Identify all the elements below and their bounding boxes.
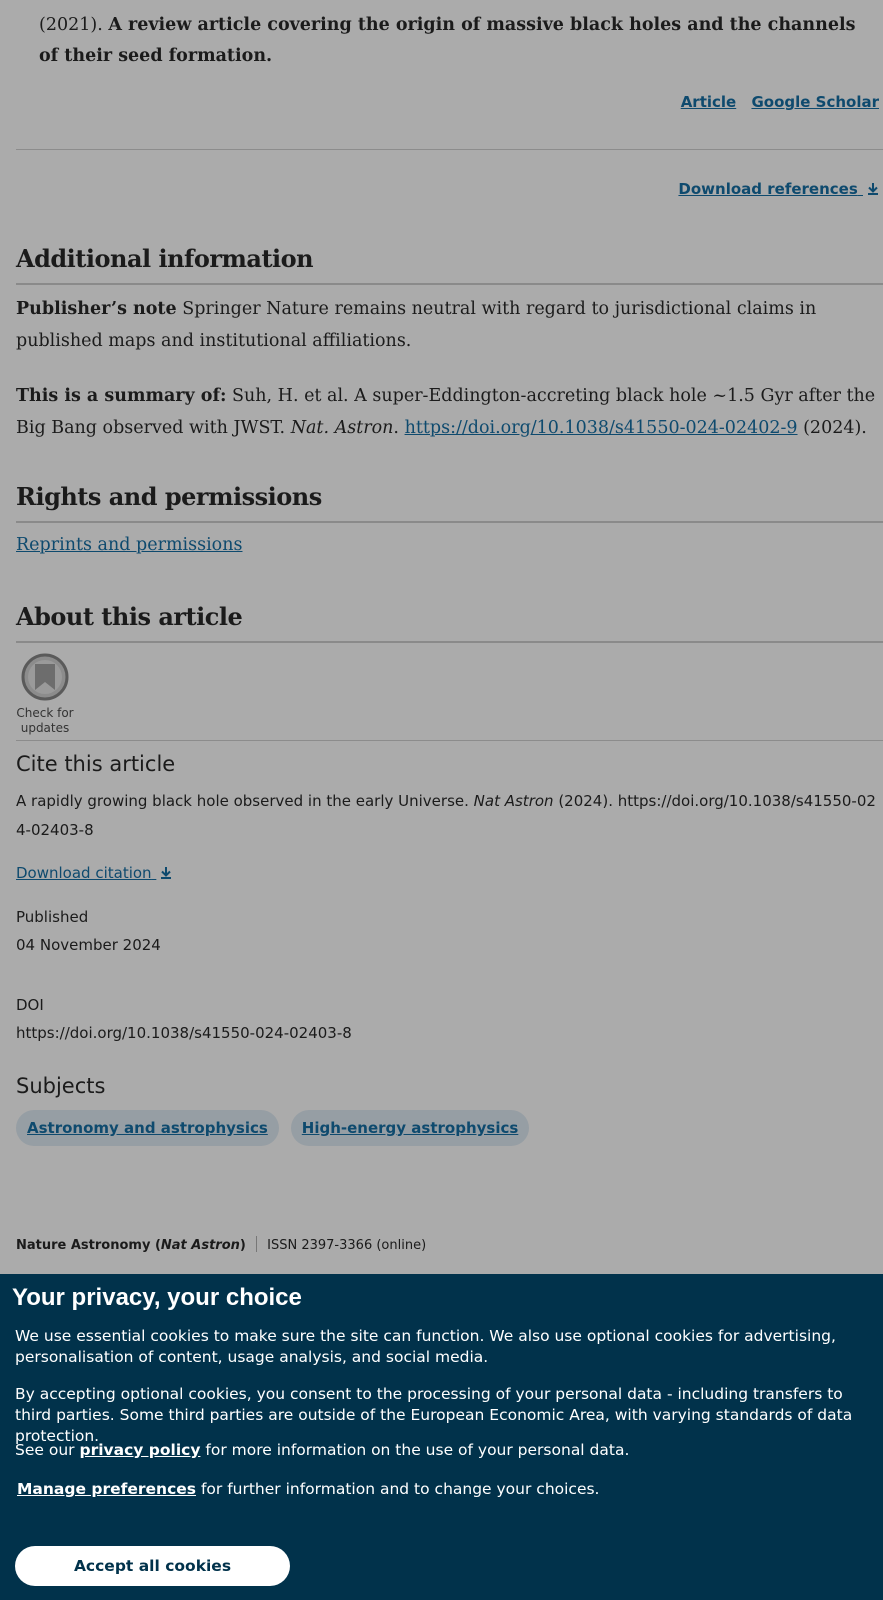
privacy-policy-link[interactable]: privacy policy [79, 1441, 200, 1459]
journal-issn: ISSN 2397-3366 (online) [267, 1238, 427, 1253]
section-divider [16, 641, 883, 643]
journal-footer: Nature Astronomy (Nat Astron) ISSN 2397-… [16, 1236, 426, 1253]
download-references-label: Download references [678, 180, 858, 198]
reference-links: Article Google Scholar [671, 93, 879, 111]
download-icon [156, 864, 172, 882]
download-icon [863, 180, 879, 198]
publisher-note: Publisher’s note Springer Nature remains… [16, 294, 876, 357]
rights-heading: Rights and permissions [16, 482, 322, 511]
download-citation-link[interactable]: Download citation [16, 864, 172, 882]
doi-label: DOI [16, 996, 44, 1014]
citation-text: A rapidly growing black hole observed in… [16, 787, 882, 845]
cookie-paragraph-2: By accepting optional cookies, you conse… [15, 1385, 853, 1445]
summary-doi-link[interactable]: https://doi.org/10.1038/s41550-024-02402… [405, 418, 798, 438]
download-citation-label: Download citation [16, 864, 152, 882]
summary-label: This is a summary of: [16, 386, 227, 406]
publisher-note-label: Publisher’s note [16, 299, 177, 319]
reference-prefix: (2021). [39, 15, 103, 35]
article-link[interactable]: Article [681, 93, 737, 111]
citation-journal: Nat Astron [473, 792, 554, 810]
check-updates-icon [14, 652, 76, 706]
published-label: Published [16, 908, 89, 926]
published-date: 04 November 2024 [16, 936, 161, 954]
cookie-paragraph-1: We use essential cookies to make sure th… [15, 1327, 836, 1366]
subject-astronomy[interactable]: Astronomy and astrophysics [16, 1110, 279, 1146]
reference-text: (2021). A review article covering the or… [39, 10, 869, 72]
subject-high-energy[interactable]: High-energy astrophysics [290, 1110, 530, 1146]
accept-cookies-button[interactable]: Accept all cookies [15, 1546, 290, 1586]
check-updates-label-1: Check for [16, 706, 74, 720]
about-heading: About this article [16, 602, 243, 631]
summary-year: (2024). [803, 417, 867, 438]
doi-value: https://doi.org/10.1038/s41550-024-02403… [16, 1024, 352, 1042]
summary-of: This is a summary of: Suh, H. et al. A s… [16, 386, 876, 438]
journal-name: Nature Astronomy (Nat Astron) [16, 1238, 246, 1253]
cookie-paragraph-4: Manage preferences for further informati… [17, 1480, 600, 1498]
download-references-link[interactable]: Download references [678, 180, 879, 198]
cookie-title: Your privacy, your choice [12, 1284, 302, 1311]
google-scholar-link[interactable]: Google Scholar [751, 93, 879, 111]
subjects-heading: Subjects [16, 1074, 106, 1098]
cookie-paragraph-3: See our privacy policy for more informat… [15, 1441, 630, 1459]
citation-title: A rapidly growing black hole observed in… [16, 792, 469, 810]
reference-annotation: A review article covering the origin of … [39, 15, 856, 66]
summary-journal: Nat. Astron [290, 417, 394, 438]
divider [16, 149, 883, 150]
check-for-updates-button[interactable]: Check for updates [14, 652, 76, 736]
reprints-permissions-link[interactable]: Reprints and permissions [16, 535, 242, 555]
subjects-list: Astronomy and astrophysics High-energy as… [16, 1110, 541, 1146]
section-divider [16, 283, 883, 285]
section-divider [16, 521, 883, 523]
cite-heading: Cite this article [16, 752, 176, 776]
divider [16, 740, 883, 741]
additional-information-heading: Additional information [16, 244, 314, 273]
check-updates-label-2: updates [20, 721, 70, 735]
manage-preferences-link[interactable]: Manage preferences [17, 1480, 196, 1498]
